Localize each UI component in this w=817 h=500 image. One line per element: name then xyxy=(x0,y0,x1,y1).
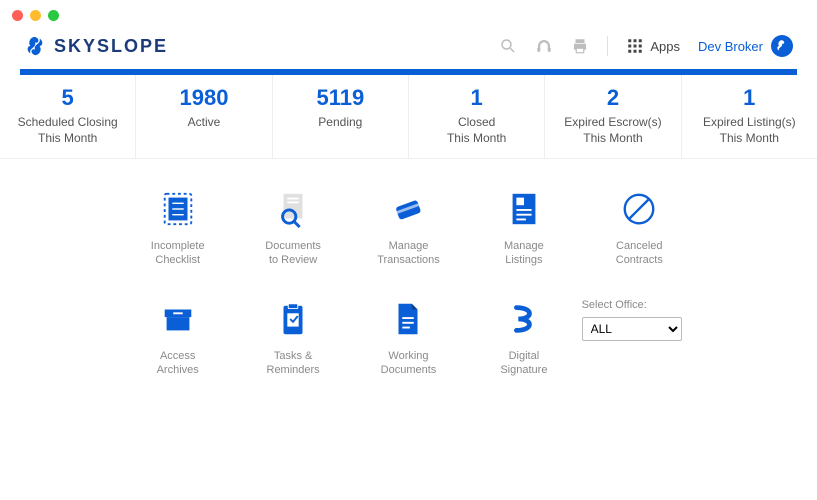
tile-label: IncompleteChecklist xyxy=(151,239,205,268)
stat-label: Expired Listing(s)This Month xyxy=(688,115,811,146)
stat-value: 1980 xyxy=(142,85,265,111)
tile-label: CanceledContracts xyxy=(616,239,663,268)
user-avatar-icon xyxy=(771,35,793,57)
stat-expired-escrow[interactable]: 2 Expired Escrow(s)This Month xyxy=(545,75,681,158)
stat-pending[interactable]: 5119 Pending xyxy=(273,75,409,158)
stat-value: 5 xyxy=(6,85,129,111)
print-icon[interactable] xyxy=(571,37,589,55)
review-icon xyxy=(273,189,313,229)
header: SKYSLOPE Apps Dev Broker xyxy=(0,31,817,69)
tile-label: Tasks &Reminders xyxy=(267,349,320,378)
listings-icon xyxy=(504,189,544,229)
transactions-icon xyxy=(388,189,428,229)
tile-manage-listings[interactable]: ManageListings xyxy=(474,189,574,268)
user-menu[interactable]: Dev Broker xyxy=(698,35,793,57)
office-selector-block: Select Office: ALL xyxy=(582,299,697,341)
stat-label: Active xyxy=(142,115,265,131)
office-select[interactable]: ALL xyxy=(582,317,682,341)
tile-documents-to-review[interactable]: Documentsto Review xyxy=(243,189,343,268)
user-name: Dev Broker xyxy=(698,39,763,54)
stat-active[interactable]: 1980 Active xyxy=(136,75,272,158)
window-controls xyxy=(0,0,817,31)
tile-label: AccessArchives xyxy=(157,349,199,378)
stat-value: 2 xyxy=(551,85,674,111)
tile-canceled-contracts[interactable]: CanceledContracts xyxy=(589,189,689,268)
apps-grid-icon xyxy=(626,37,644,55)
tiles-grid: IncompleteChecklist Documentsto Review M… xyxy=(0,159,817,409)
support-icon[interactable] xyxy=(535,37,553,55)
canceled-icon xyxy=(619,189,659,229)
tile-label: DigitalSignature xyxy=(500,349,547,378)
stat-value: 1 xyxy=(688,85,811,111)
tile-tasks-reminders[interactable]: Tasks &Reminders xyxy=(243,299,343,378)
documents-icon xyxy=(388,299,428,339)
tile-incomplete-checklist[interactable]: IncompleteChecklist xyxy=(128,189,228,268)
tile-working-documents[interactable]: WorkingDocuments xyxy=(358,299,458,378)
window-close-dot[interactable] xyxy=(12,10,23,21)
stat-value: 5119 xyxy=(279,85,402,111)
stat-label: Expired Escrow(s)This Month xyxy=(551,115,674,146)
search-icon[interactable] xyxy=(499,37,517,55)
tile-manage-transactions[interactable]: ManageTransactions xyxy=(358,189,458,268)
header-divider xyxy=(607,36,608,56)
tile-label: WorkingDocuments xyxy=(381,349,437,378)
stat-label: ClosedThis Month xyxy=(415,115,538,146)
stats-row: 5 Scheduled ClosingThis Month 1980 Activ… xyxy=(0,75,817,159)
apps-menu[interactable]: Apps xyxy=(626,37,680,55)
tile-digital-signature[interactable]: DigitalSignature xyxy=(474,299,574,378)
stat-expired-listing[interactable]: 1 Expired Listing(s)This Month xyxy=(682,75,817,158)
stat-label: Scheduled ClosingThis Month xyxy=(6,115,129,146)
stat-label: Pending xyxy=(279,115,402,131)
apps-label: Apps xyxy=(650,39,680,54)
window-maximize-dot[interactable] xyxy=(48,10,59,21)
tile-label: Documentsto Review xyxy=(265,239,321,268)
tasks-icon xyxy=(273,299,313,339)
window-minimize-dot[interactable] xyxy=(30,10,41,21)
stat-closed[interactable]: 1 ClosedThis Month xyxy=(409,75,545,158)
archives-icon xyxy=(158,299,198,339)
checklist-icon xyxy=(158,189,198,229)
brand-name: SKYSLOPE xyxy=(54,36,168,57)
header-actions: Apps Dev Broker xyxy=(499,35,793,57)
stat-value: 1 xyxy=(415,85,538,111)
tile-label: ManageListings xyxy=(504,239,544,268)
office-label: Select Office: xyxy=(582,299,697,311)
tile-access-archives[interactable]: AccessArchives xyxy=(128,299,228,378)
tile-label: ManageTransactions xyxy=(377,239,440,268)
signature-icon xyxy=(504,299,544,339)
stat-scheduled-closing[interactable]: 5 Scheduled ClosingThis Month xyxy=(0,75,136,158)
brand[interactable]: SKYSLOPE xyxy=(24,35,168,57)
brand-logo-icon xyxy=(24,35,46,57)
